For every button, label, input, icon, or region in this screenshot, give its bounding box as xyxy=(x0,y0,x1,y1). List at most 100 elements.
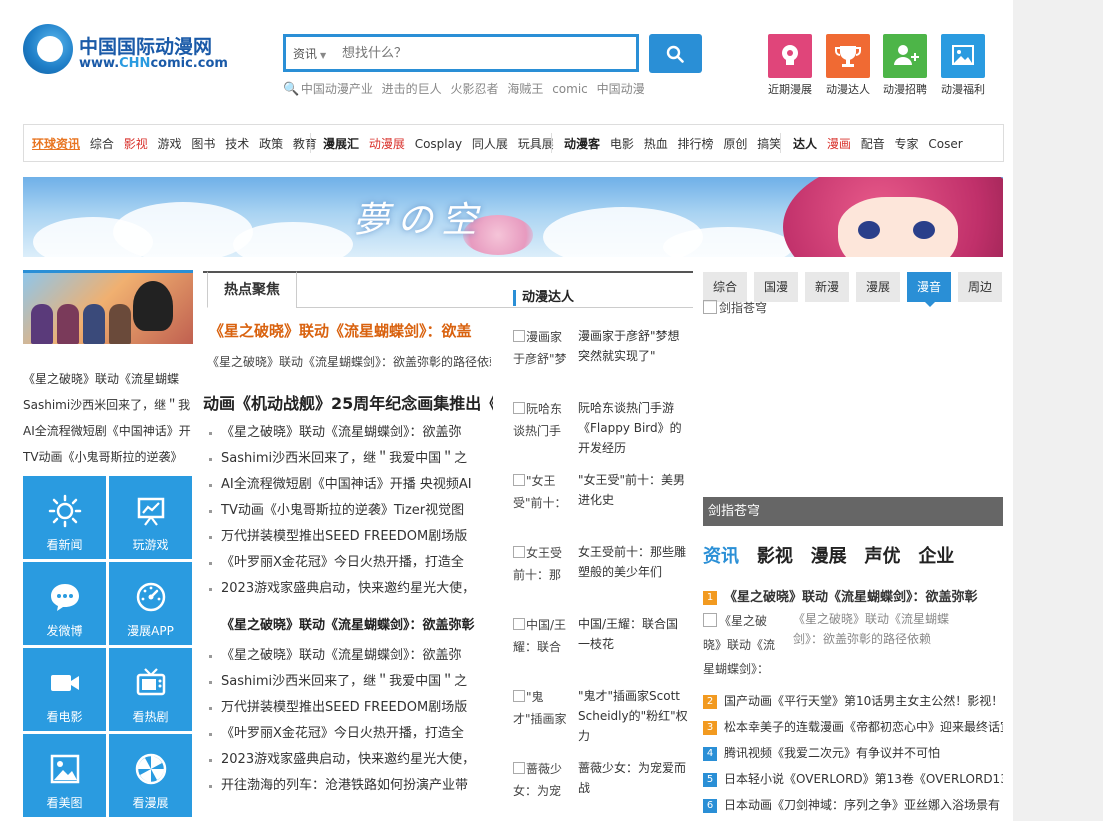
daren-item[interactable]: 漫画家于彦舒"梦 漫画家于彦舒"梦想突然就实现了" xyxy=(513,326,693,390)
nav-item[interactable]: 技术 xyxy=(225,137,249,151)
tab-music[interactable]: 漫音 xyxy=(907,272,951,307)
ranked-list-item[interactable]: 3 松本幸美子的连载漫画《帝都初恋心中》迎来最终话宣 xyxy=(703,714,1003,740)
tab-hot-focus[interactable]: 热点聚焦 xyxy=(207,271,297,308)
list-item[interactable]: 《星之破晓》联动《流星蝴蝶剑》：欲盖弥 xyxy=(207,420,491,446)
list-item[interactable]: Sashimi沙西米回来了，继＂我爱中国＂之 xyxy=(207,446,491,472)
nav-item[interactable]: 玩具展 xyxy=(518,137,554,151)
tile-dramas[interactable]: 看热剧 xyxy=(109,648,192,731)
tile-movies[interactable]: 看电影 xyxy=(23,648,106,731)
tab-guoman[interactable]: 国漫 xyxy=(754,272,798,302)
list-item[interactable]: 2023游戏家盛典启动，快来邀约星光大使， xyxy=(207,576,491,602)
hot-keyword[interactable]: 海贼王 xyxy=(507,82,543,96)
tab-new-comics[interactable]: 新漫 xyxy=(805,272,849,302)
nav-item[interactable]: 排行榜 xyxy=(678,137,714,151)
picture-icon xyxy=(23,752,106,786)
quick-link-experts[interactable]: 动漫达人 xyxy=(824,34,872,97)
site-logo[interactable]: 中国国际动漫网 www.CHNcomic.com xyxy=(23,24,238,76)
nav-item[interactable]: 图书 xyxy=(191,137,215,151)
nav-item[interactable]: 电影 xyxy=(610,137,634,151)
tile-games[interactable]: 玩游戏 xyxy=(109,476,192,559)
nav-item[interactable]: 漫画 xyxy=(827,137,851,151)
daren-item[interactable]: "鬼才"插画家 "鬼才"插画家Scott Scheidly的"粉红"权力 xyxy=(513,686,693,750)
list-item[interactable]: 《星之破晓》联动《流星蝴蝶剑》：欲盖弥 xyxy=(207,643,491,669)
image-icon xyxy=(941,34,985,78)
nav-group-talent: 达人 漫画 配音 专家 Coser xyxy=(793,135,969,152)
nav-item[interactable]: 游戏 xyxy=(158,137,182,151)
nav-item[interactable]: Cosplay xyxy=(415,137,462,151)
tab-general[interactable]: 综合 xyxy=(703,272,747,302)
tile-expos[interactable]: 看漫展 xyxy=(109,734,192,817)
list-item[interactable]: 开往渤海的列车：沧港铁路如何扮演产业带 xyxy=(207,773,491,799)
quick-link-welfare[interactable]: 动漫福利 xyxy=(939,34,987,97)
nav-item[interactable]: 教育 xyxy=(293,137,317,151)
list-item[interactable]: 《星之破晓》联动《流星蝴蝶 xyxy=(23,366,195,392)
category-expo[interactable]: 漫展 xyxy=(811,546,847,567)
hot-keyword[interactable]: 中国动漫产业 xyxy=(301,82,373,96)
featured-image[interactable]: 剑指苍穹 xyxy=(703,299,1003,495)
headline-link[interactable]: 《星之破晓》联动《流星蝴蝶剑》：欲盖 xyxy=(209,320,491,341)
secondary-headline[interactable]: 动画《机动战舰》25周年纪念画集推出《 xyxy=(203,390,493,414)
search-button[interactable] xyxy=(649,34,702,73)
left-feature-thumbnail[interactable] xyxy=(23,270,193,344)
quick-link-jobs[interactable]: 动漫招聘 xyxy=(881,34,929,97)
nav-item[interactable]: 综合 xyxy=(90,137,114,151)
nav-item[interactable]: 同人展 xyxy=(472,137,508,151)
hot-keyword[interactable]: 中国动漫 xyxy=(597,82,645,96)
search-input[interactable] xyxy=(342,41,622,65)
daren-item[interactable]: 阮哈东谈热门手 阮哈东谈热门手游《Flappy Bird》的开发经历 xyxy=(513,398,693,462)
ranked-list-item[interactable]: 4 腾讯视频《我爱二次元》有争议并不可怕 xyxy=(703,740,1003,766)
ranked-list-item[interactable]: 2 国产动画《平行天堂》第10话男主女主公然！影视！ xyxy=(703,688,1003,714)
category-news[interactable]: 资讯 xyxy=(703,546,739,567)
nav-head-expo[interactable]: 漫展汇 xyxy=(323,137,359,151)
nav-item[interactable]: 专家 xyxy=(895,137,919,151)
third-headline[interactable]: 《星之破晓》联动《流星蝴蝶剑》：欲盖弥彰 xyxy=(221,614,493,633)
ranked-list-item[interactable]: 6 日本动画《刀剑神域：序列之争》亚丝娜入浴场景有 xyxy=(703,792,1003,818)
quick-link-exhibitions[interactable]: 近期漫展 xyxy=(766,34,814,97)
ranked-list-item[interactable]: 5 日本轻小说《OVERLORD》第13卷《OVERLORD13 xyxy=(703,766,1003,792)
nav-head-talent[interactable]: 达人 xyxy=(793,137,817,151)
nav-item[interactable]: 配音 xyxy=(861,137,885,151)
broken-image[interactable]: 《星之破晓》联动《流星蝴蝶剑》： xyxy=(703,609,779,681)
tile-pictures[interactable]: 看美图 xyxy=(23,734,106,817)
daren-item[interactable]: 中国/王耀：联合 中国/王耀：联合国一枝花 xyxy=(513,614,693,678)
list-item[interactable]: 万代拼装模型推出SEED FREEDOM剧场版 xyxy=(207,695,491,721)
nav-item[interactable]: 影视 xyxy=(124,137,148,151)
tile-news[interactable]: 看新闻 xyxy=(23,476,106,559)
nav-item[interactable]: 热血 xyxy=(644,137,668,151)
hot-keyword[interactable]: 火影忍者 xyxy=(451,82,499,96)
list-item[interactable]: TV动画《小鬼哥斯拉的逆袭》Tizer视觉图 xyxy=(207,498,491,524)
category-companies[interactable]: 企业 xyxy=(918,546,954,567)
nav-item[interactable]: 搞笑 xyxy=(757,137,781,151)
search-icon xyxy=(666,45,684,63)
list-item[interactable]: TV动画《小鬼哥斯拉的逆袭》 xyxy=(23,444,195,470)
list-item[interactable]: Sashimi沙西米回来了，继＂我爱中国＂之 xyxy=(207,669,491,695)
nav-head-world-news[interactable]: 环球资讯 xyxy=(32,137,80,151)
daren-item[interactable]: 蔷薇少女：为宠 蔷薇少女：为宠爱而战 xyxy=(513,758,693,821)
nav-item[interactable]: 政策 xyxy=(259,137,283,151)
top-ranked-item[interactable]: 1 《星之破晓》联动《流星蝴蝶剑》：欲盖弥彰 xyxy=(703,586,1003,605)
nav-item[interactable]: 动漫展 xyxy=(369,137,405,151)
featured-caption[interactable]: 剑指苍穹 xyxy=(703,497,1003,526)
list-item[interactable]: 《叶罗丽X金花冠》今日火热开播，打造全 xyxy=(207,721,491,747)
list-item[interactable]: Sashimi沙西米回来了，继＂我 xyxy=(23,392,195,418)
list-item[interactable]: 《叶罗丽X金花冠》今日火热开播，打造全 xyxy=(207,550,491,576)
daren-item[interactable]: "女王受"前十： "女王受"前十：美男进化史 xyxy=(513,470,693,534)
tile-weibo[interactable]: 发微博 xyxy=(23,562,106,645)
nav-head-fans[interactable]: 动漫客 xyxy=(564,137,600,151)
hero-banner[interactable]: 夢の空 xyxy=(23,177,1003,257)
category-film[interactable]: 影视 xyxy=(757,546,793,567)
hot-keyword[interactable]: 进击的巨人 xyxy=(382,82,442,96)
hot-keyword[interactable]: comic xyxy=(552,82,588,96)
list-item[interactable]: AI全流程微短剧《中国神话》开播 央视频AI xyxy=(207,472,491,498)
tab-merch[interactable]: 周边 xyxy=(958,272,1002,302)
daren-item[interactable]: 女王受前十：那 女王受前十：那些雕塑般的美少年们 xyxy=(513,542,693,606)
category-voice-actors[interactable]: 声优 xyxy=(864,546,900,567)
nav-item[interactable]: Coser xyxy=(928,137,962,151)
list-item[interactable]: AI全流程微短剧《中国神话》开 xyxy=(23,418,195,444)
tile-expo-app[interactable]: 漫展APP xyxy=(109,562,192,645)
list-item[interactable]: 2023游戏家盛典启动，快来邀约星光大使， xyxy=(207,747,491,773)
search-category-select[interactable]: 资讯 ▼ xyxy=(293,45,326,62)
tab-expo[interactable]: 漫展 xyxy=(856,272,900,302)
list-item[interactable]: 万代拼装模型推出SEED FREEDOM剧场版 xyxy=(207,524,491,550)
nav-item[interactable]: 原创 xyxy=(723,137,747,151)
